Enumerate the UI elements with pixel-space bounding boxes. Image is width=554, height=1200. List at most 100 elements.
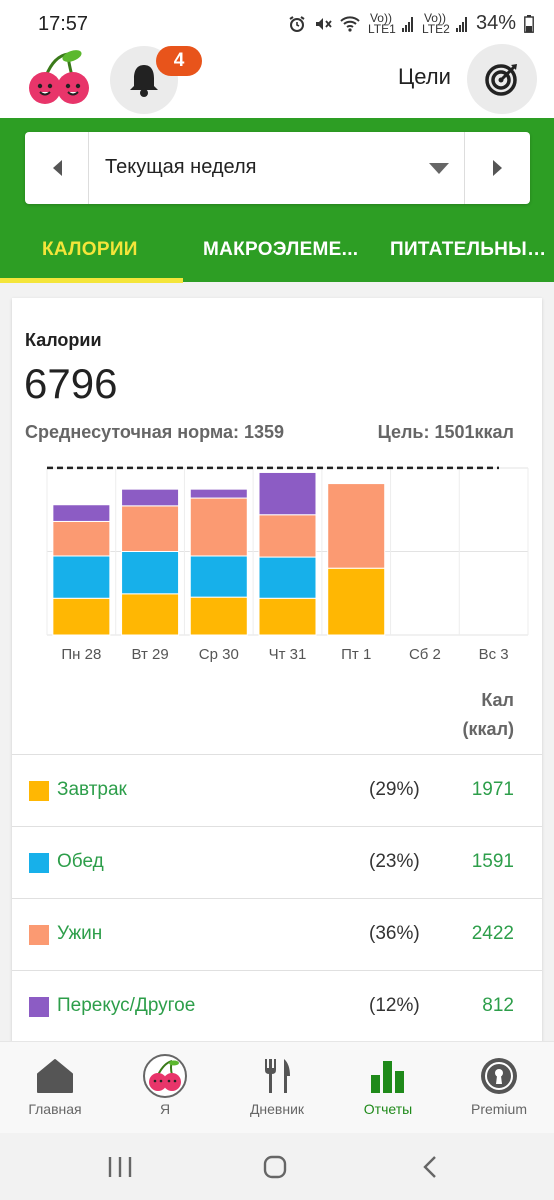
chart-x-tick: Сб 2 xyxy=(409,646,441,663)
meal-percent: (29%) xyxy=(369,779,420,800)
chart-bar-segment xyxy=(52,504,111,522)
recents-icon[interactable] xyxy=(108,1156,132,1178)
meal-percent: (23%) xyxy=(369,851,420,872)
nav-diary[interactable]: Дневник xyxy=(222,1042,332,1134)
goals-button[interactable] xyxy=(467,44,537,114)
nav-me[interactable]: Я xyxy=(110,1042,220,1134)
meal-calories: 1971 xyxy=(471,779,514,800)
chart-x-tick: Вт 29 xyxy=(131,646,168,663)
snack-swatch xyxy=(29,997,49,1017)
chart-bar-segment xyxy=(258,514,317,558)
notification-badge: 4 xyxy=(156,46,202,76)
column-header-unit: Кал xyxy=(481,690,514,710)
chart-bar-segment xyxy=(189,488,248,499)
home-button-icon[interactable] xyxy=(263,1155,287,1179)
meal-name: Ужин xyxy=(57,923,103,944)
prev-week-button[interactable] xyxy=(25,132,89,204)
battery-percent: 34% xyxy=(475,12,516,34)
chart-x-tick: Вс 3 xyxy=(479,646,509,663)
nav-label: Я xyxy=(159,1101,171,1117)
tab-macros[interactable]: МАКРОЭЛЕМЕ... xyxy=(203,222,365,282)
meal-row-lunch[interactable]: Обед (23%) 1591 xyxy=(12,826,542,898)
chart-bar-segment xyxy=(52,555,111,599)
premium-badge-icon xyxy=(481,1058,517,1094)
calories-card: Калории 6796 Среднесуточная норма: 1359 … xyxy=(12,298,542,1058)
chart-bar-segment xyxy=(189,596,248,636)
meal-row-snack[interactable]: Перекус/Другое (12%) 812 xyxy=(12,970,542,1042)
sim1-label: Vo)) LTE1 xyxy=(367,10,396,36)
goals-label[interactable]: Цели xyxy=(398,64,451,90)
alarm-icon xyxy=(289,15,305,32)
back-icon[interactable] xyxy=(422,1155,438,1179)
meal-row-dinner[interactable]: Ужин (36%) 2422 xyxy=(12,898,542,970)
week-selector[interactable]: Текущая неделя xyxy=(25,132,530,204)
meal-name: Перекус/Другое xyxy=(57,995,196,1016)
home-icon xyxy=(37,1059,73,1093)
battery-icon xyxy=(524,14,534,33)
calories-chart: Пн 28 Вт 29 Ср 30 Чт 31 Пт 1 Сб 2 Вс 3 xyxy=(46,466,529,663)
nav-premium[interactable]: Premium xyxy=(444,1042,554,1134)
chart-bar-segment xyxy=(258,597,317,636)
chart-x-tick: Пн 28 xyxy=(61,646,101,663)
bell-icon xyxy=(130,65,158,97)
system-navigation xyxy=(0,1133,554,1200)
fork-knife-icon xyxy=(265,1059,290,1093)
green-header: Текущая неделя КАЛОРИИ МАКРОЭЛЕМЕ... ПИТ… xyxy=(0,118,554,283)
bottom-navigation: Главная Я Дневник Отчеты Premium xyxy=(0,1041,554,1133)
app-header: 4 Цели xyxy=(0,44,554,118)
tab-calories[interactable]: КАЛОРИИ xyxy=(42,222,183,282)
chart-bar-segment xyxy=(327,483,386,569)
target-icon xyxy=(485,64,517,96)
meal-calories: 812 xyxy=(482,995,514,1016)
chart-bar-segment xyxy=(258,471,317,516)
nav-label: Дневник xyxy=(249,1101,305,1117)
chart-x-tick: Ср 30 xyxy=(199,646,239,663)
bar-chart-icon xyxy=(371,1061,404,1093)
signal-icon xyxy=(455,16,467,32)
meal-calories: 1591 xyxy=(471,851,514,872)
meal-name: Обед xyxy=(57,851,104,872)
nav-label: Premium xyxy=(470,1101,527,1117)
tab-nutrients[interactable]: ПИТАТЕЛЬНЫЕ... xyxy=(390,222,554,282)
status-time: 17:57 xyxy=(38,13,89,35)
cherry-logo-icon[interactable] xyxy=(24,46,94,110)
chart-bar-segment xyxy=(121,551,180,595)
chart-bar-segment xyxy=(121,488,180,507)
chart-bar-segment xyxy=(121,505,180,552)
cherry-avatar-icon xyxy=(143,1054,187,1098)
sim2-label: Vo)) LTE2 xyxy=(421,10,450,36)
meal-name: Завтрак xyxy=(57,779,127,800)
active-tab-indicator xyxy=(0,278,183,283)
next-week-button[interactable] xyxy=(464,132,530,204)
wifi-icon xyxy=(340,15,360,32)
card-title: Калории xyxy=(25,330,102,350)
nav-reports[interactable]: Отчеты xyxy=(333,1042,443,1134)
chart-x-tick: Пт 1 xyxy=(341,646,371,663)
chart-bar-segment xyxy=(52,597,111,636)
meal-calories: 2422 xyxy=(471,923,514,944)
chart-bar-segment xyxy=(52,520,111,557)
chevron-right-icon xyxy=(492,160,502,176)
chart-bar-segment xyxy=(327,567,386,636)
total-calories: 6796 xyxy=(24,360,118,407)
mute-icon xyxy=(315,17,332,30)
signal-icon xyxy=(401,16,413,32)
column-header-kcal: (ккал) xyxy=(462,719,514,739)
week-label[interactable]: Текущая неделя xyxy=(105,156,257,179)
chart-bar-segment xyxy=(189,497,248,557)
dropdown-arrow-icon[interactable] xyxy=(429,163,449,174)
lunch-swatch xyxy=(29,853,49,873)
daily-average: Среднесуточная норма: 1359 xyxy=(25,422,285,442)
chart-bar-segment xyxy=(258,556,317,599)
dinner-swatch xyxy=(29,925,49,945)
chart-bar-segment xyxy=(189,555,248,598)
meal-row-breakfast[interactable]: Завтрак (29%) 1971 xyxy=(12,754,542,826)
chart-bar-segment xyxy=(121,593,180,636)
nav-label: Главная xyxy=(28,1101,82,1117)
chart-x-tick: Чт 31 xyxy=(269,646,307,663)
chevron-left-icon xyxy=(52,160,62,176)
breakfast-swatch xyxy=(29,781,49,801)
nav-home[interactable]: Главная xyxy=(0,1042,110,1134)
nav-label: Отчеты xyxy=(363,1101,413,1117)
status-icons: Vo)) LTE1 Vo)) LTE2 34% xyxy=(288,12,534,35)
